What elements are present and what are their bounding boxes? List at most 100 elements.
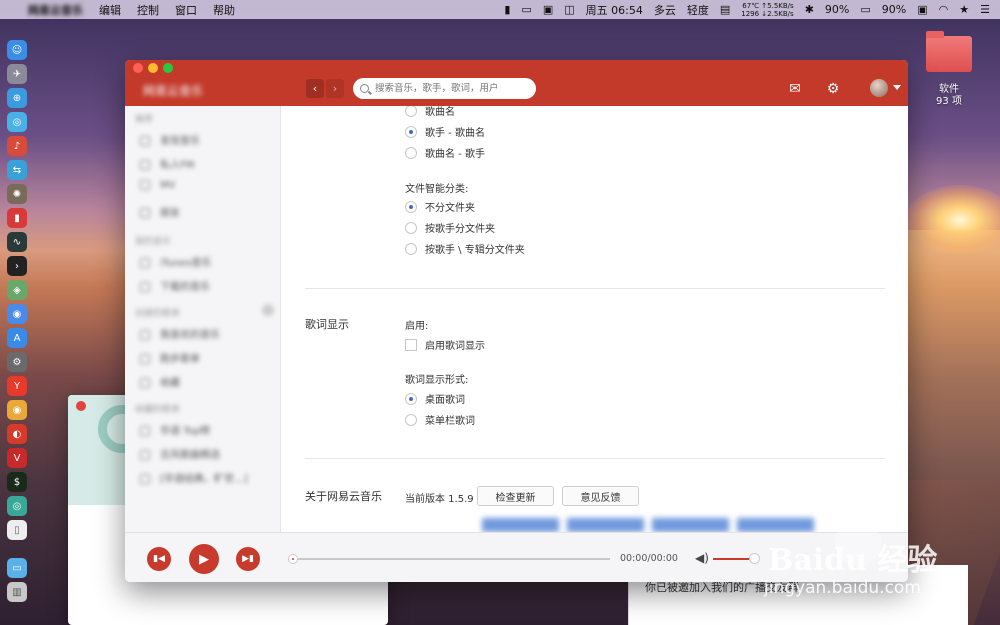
sidebar-item-downloads[interactable]: 下载的音乐	[140, 278, 210, 293]
downloads-folder-icon[interactable]: ▭	[7, 558, 27, 578]
chevron-down-icon[interactable]	[893, 85, 901, 90]
sidebar-item-collection[interactable]: 收藏	[140, 374, 180, 389]
naming-option-artist-song[interactable]: 歌手 - 歌曲名	[405, 124, 485, 139]
system-preferences-icon[interactable]: ⚙	[7, 352, 27, 372]
version-text: 当前版本 1.5.9	[405, 494, 474, 505]
volume-icon[interactable]: ◀)	[695, 551, 709, 565]
folder-name: 软件	[939, 84, 959, 95]
network-monitor[interactable]: 67℃ ↑5.5KB/s 1296 ↓2.5KB/s	[741, 2, 793, 18]
sidebar-item-saved-3[interactable]: [华语经典，旷世…]	[140, 470, 248, 485]
lyrics-mode-menubar[interactable]: 菜单栏歌词	[405, 412, 475, 427]
launchpad-icon[interactable]: ✈	[7, 64, 27, 84]
chrome-icon[interactable]: ◉	[7, 400, 27, 420]
display-status-icon[interactable]: ▭	[521, 3, 531, 16]
section-divider	[305, 458, 885, 459]
feedback-button[interactable]: 意见反馈	[562, 486, 639, 506]
sidebar-item-discover[interactable]: 发现音乐	[140, 132, 200, 147]
menu-app-name[interactable]: 网易云音乐	[28, 2, 83, 18]
cpu-status-icon[interactable]: ◫	[564, 3, 574, 16]
weather[interactable]: 多云	[654, 2, 676, 18]
battery-percent-a[interactable]: 90%	[825, 3, 849, 16]
close-window-icon[interactable]	[133, 63, 143, 73]
netease-dock-icon[interactable]: ♪	[7, 136, 27, 156]
progress-track[interactable]	[293, 558, 610, 560]
bluetooth-icon[interactable]: ✱	[805, 3, 814, 16]
activity-monitor-icon[interactable]: ∿	[7, 232, 27, 252]
air-quality[interactable]: 轻度	[687, 2, 709, 18]
sidebar-item-fm[interactable]: 私人FM	[140, 156, 194, 171]
disk-icon[interactable]: ✺	[7, 184, 27, 204]
menu-list-icon[interactable]: ☰	[980, 3, 990, 16]
folder-icon[interactable]	[926, 31, 972, 72]
lyrics-enable-checkbox[interactable]: 启用歌词显示	[405, 337, 485, 352]
document-icon[interactable]: ▯	[7, 520, 27, 540]
safari-icon[interactable]: ⊕	[7, 88, 27, 108]
forward-icon[interactable]: ›	[326, 79, 344, 98]
sidebar-item-liked[interactable]: 我喜欢的音乐	[140, 326, 220, 341]
qq-icon[interactable]: ◎	[7, 496, 27, 516]
app-store-icon[interactable]: A	[7, 328, 27, 348]
music-app-icon[interactable]: ▮	[7, 208, 27, 228]
sidebar-item-saved-1[interactable]: 华语 Top榜	[140, 422, 210, 437]
mail-icon[interactable]: ✉	[785, 79, 805, 99]
classify-option-artist-album[interactable]: 按歌手 \ 专辑分文件夹	[405, 241, 525, 256]
classify-option-artist[interactable]: 按歌手分文件夹	[405, 220, 495, 235]
check-update-button[interactable]: 检查更新	[477, 486, 554, 506]
monitor-icon[interactable]: ▤	[720, 3, 730, 16]
sidebar-section-created: 创建的歌单	[135, 309, 181, 319]
desktop-folder-label[interactable]: 软件 93 项	[920, 84, 978, 108]
next-track-icon[interactable]: ▶▮	[236, 547, 260, 571]
weibo-icon[interactable]: ◐	[7, 424, 27, 444]
star-icon[interactable]: ★	[959, 3, 969, 16]
menu-window[interactable]: 窗口	[175, 2, 197, 18]
menu-control[interactable]: 控制	[137, 2, 159, 18]
lyrics-section-title: 歌词显示	[305, 318, 349, 331]
sidebar-item-mv[interactable]: MV	[140, 180, 175, 191]
app-status-icon[interactable]: ▣	[917, 3, 927, 16]
terminal-2-icon[interactable]: $	[7, 472, 27, 492]
previous-track-icon[interactable]: ▮◀	[147, 547, 171, 571]
zoom-window-icon[interactable]	[163, 63, 173, 73]
back-icon[interactable]: ‹	[306, 79, 324, 98]
sidebar-item-itunes[interactable]: iTunes音乐	[140, 254, 211, 269]
sidebar-item-playlist[interactable]: 跑步歌单	[140, 350, 200, 365]
menu-help[interactable]: 帮助	[213, 2, 235, 18]
naming-option-song-artist[interactable]: 歌曲名 - 歌手	[405, 145, 485, 160]
blurred-link	[482, 518, 559, 532]
speaker-status-icon[interactable]: ▮	[504, 3, 510, 16]
terminal-icon[interactable]: ›	[7, 256, 27, 276]
sidebar-item-friends[interactable]: 朋友	[140, 204, 180, 219]
vivaldi-icon[interactable]: V	[7, 448, 27, 468]
progress-knob[interactable]	[288, 554, 298, 564]
radio-button	[405, 221, 417, 234]
classify-option-none[interactable]: 不分文件夹	[405, 199, 475, 214]
finder-icon[interactable]: ☺	[7, 40, 27, 60]
search-input[interactable]	[375, 83, 525, 94]
lyrics-mode-desktop[interactable]: 桌面歌词	[405, 391, 465, 406]
teamviewer-icon[interactable]: ⇆	[7, 160, 27, 180]
maps-icon[interactable]: ◈	[7, 280, 27, 300]
menu-edit[interactable]: 编辑	[99, 2, 121, 18]
app-brand-logo[interactable]: 网易云音乐	[143, 82, 263, 98]
sidebar: 推荐 发现音乐 私人FM MV 朋友 我的音乐 iTunes音乐 下载的音乐 创…	[125, 106, 281, 532]
sidebar-section-my-music: 我的音乐	[135, 237, 172, 247]
preview-icon[interactable]: ◎	[7, 112, 27, 132]
trash-icon[interactable]: ▥	[7, 582, 27, 602]
siri-icon[interactable]: ◉	[7, 304, 27, 324]
yandex-icon[interactable]: Y	[7, 376, 27, 396]
wifi-icon[interactable]: ◠	[939, 3, 949, 16]
minimize-window-icon[interactable]	[148, 63, 158, 73]
clock[interactable]: 周五 06:54	[586, 2, 643, 18]
gear-icon[interactable]: ⚙	[823, 79, 843, 99]
play-icon[interactable]: ▶	[189, 544, 219, 574]
close-dot-icon[interactable]	[76, 401, 86, 411]
naming-option-song[interactable]: 歌曲名	[405, 106, 455, 118]
battery-percent-b[interactable]: 90%	[882, 3, 906, 16]
search-box[interactable]	[353, 78, 536, 99]
avatar[interactable]	[870, 79, 888, 97]
add-playlist-icon[interactable]	[262, 304, 274, 316]
battery-icon[interactable]: ▭	[860, 3, 870, 16]
sidebar-item-saved-2[interactable]: 古风歌曲精选	[140, 446, 220, 461]
sidebar-item-icon	[140, 354, 150, 364]
window-status-icon[interactable]: ▣	[543, 3, 553, 16]
